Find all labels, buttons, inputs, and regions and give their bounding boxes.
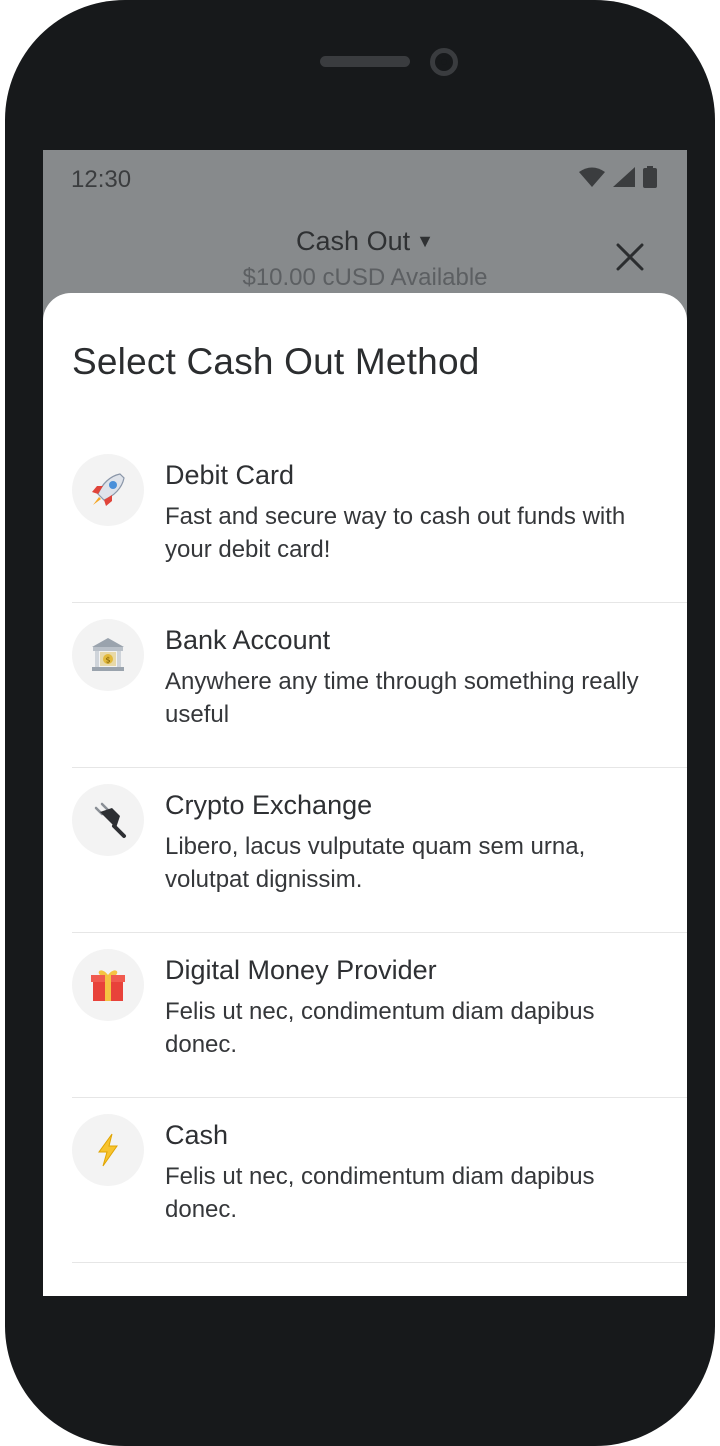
rocket-icon <box>72 454 144 526</box>
svg-text:$: $ <box>105 656 110 665</box>
method-item-debit-card[interactable]: Debit Card Fast and secure way to cash o… <box>72 438 687 603</box>
method-title: Digital Money Provider <box>165 955 437 985</box>
balance-available: $10.00 cUSD Available <box>242 264 488 291</box>
bank-icon: $ <box>72 619 144 691</box>
caret-down-icon: ▼ <box>416 231 434 251</box>
close-icon <box>616 243 644 271</box>
gift-icon <box>72 949 144 1021</box>
close-button[interactable] <box>615 242 645 272</box>
device-frame: 12:30 Cash Out ▼ $10.00 cUSD Available S… <box>5 0 715 1446</box>
wifi-icon <box>579 167 605 192</box>
method-item-crypto-exchange[interactable]: Crypto Exchange Libero, lacus vulputate … <box>72 768 687 933</box>
method-description: Fast and secure way to cash out funds wi… <box>165 503 626 563</box>
status-icons <box>579 165 657 193</box>
plug-icon <box>72 784 144 856</box>
method-description: Anywhere any time through something real… <box>165 668 639 728</box>
screen: 12:30 Cash Out ▼ $10.00 cUSD Available S… <box>43 150 687 1296</box>
battery-icon <box>643 165 657 193</box>
method-item-bank-account[interactable]: $ Bank Account Anywhere any time through… <box>72 603 687 768</box>
lightning-icon <box>72 1114 144 1186</box>
cash-out-dropdown[interactable]: Cash Out ▼ <box>43 226 687 257</box>
method-title: Bank Account <box>165 625 331 655</box>
method-item-digital-money-provider[interactable]: Digital Money Provider Felis ut nec, con… <box>72 933 687 1098</box>
method-description: Felis ut nec, condimentum diam dapibus d… <box>165 998 595 1058</box>
speaker-grille <box>320 56 410 67</box>
front-camera <box>430 48 458 76</box>
method-title: Debit Card <box>165 460 295 490</box>
cellular-signal-icon <box>613 166 635 192</box>
method-description: Libero, lacus vulputate quam sem urna, v… <box>165 833 586 893</box>
sheet-title: Select Cash Out Method <box>72 341 480 382</box>
method-title: Cash <box>165 1120 229 1150</box>
status-time: 12:30 <box>71 166 132 193</box>
method-description: Felis ut nec, condimentum diam dapibus d… <box>165 1163 595 1223</box>
header-title: Cash Out <box>296 226 411 256</box>
method-title: Crypto Exchange <box>165 790 373 820</box>
method-list: Debit Card Fast and secure way to cash o… <box>72 438 687 1263</box>
cash-out-method-sheet: Select Cash Out Method Debit Card Fast a… <box>43 293 687 1296</box>
method-item-cash[interactable]: Cash Felis ut nec, condimentum diam dapi… <box>72 1098 687 1263</box>
